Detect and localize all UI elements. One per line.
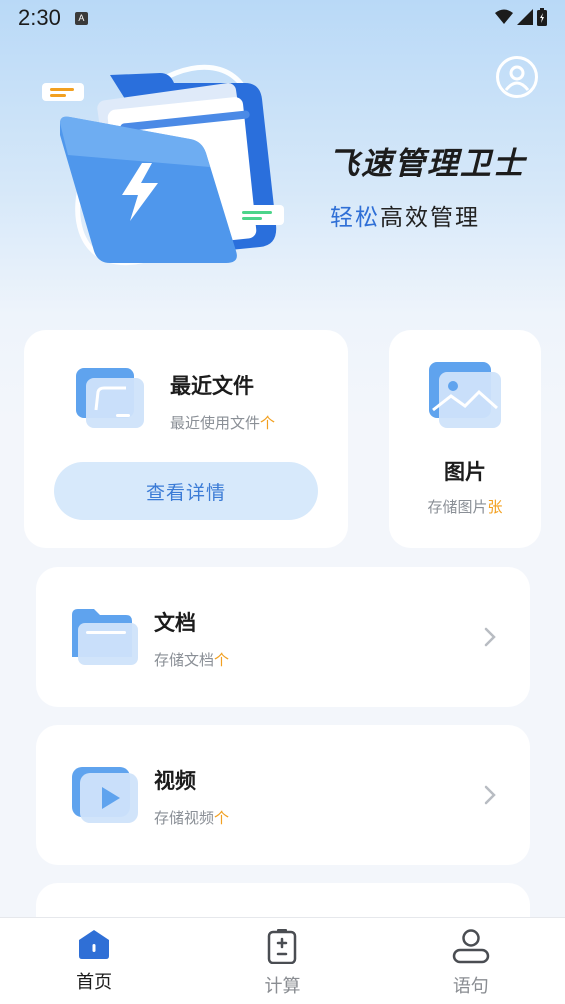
bottom-nav: 首页 计算 语句 [0, 917, 565, 1004]
nav-quotes[interactable]: 语句 [377, 918, 565, 1004]
nav-quotes-label: 语句 [452, 976, 489, 997]
profile-button[interactable] [496, 56, 538, 98]
photos-title: 图片 [444, 460, 486, 484]
documents-unit: 个 [214, 651, 230, 669]
app-subtitle: 轻松高效管理 [330, 198, 480, 232]
wifi-icon [495, 9, 513, 24]
recent-files-subtitle: 最近使用文件个 [170, 412, 275, 433]
person-icon [452, 929, 490, 964]
video-icon [72, 767, 138, 823]
view-details-button[interactable]: 查看详情 [54, 462, 318, 520]
subtitle-accent: 轻松 [330, 205, 380, 231]
status-bar: 2:30 A [0, 0, 565, 36]
videos-title: 视频 [154, 769, 196, 793]
folder-illustration [42, 64, 284, 266]
videos-sub-text: 存储视频 [154, 809, 215, 827]
videos-unit: 个 [214, 809, 230, 827]
photos-unit: 张 [487, 498, 503, 516]
app-title: 飞速管理卫士 [328, 146, 526, 182]
photos-sub-text: 存储图片 [427, 498, 488, 516]
videos-subtitle: 存储视频个 [154, 807, 229, 828]
subtitle-rest: 高效管理 [380, 205, 480, 231]
recent-files-title: 最近文件 [170, 374, 254, 398]
status-icons [495, 8, 547, 26]
signal-icon [517, 9, 533, 25]
recent-files-unit: 个 [260, 414, 276, 432]
nav-home-label: 首页 [76, 972, 113, 993]
documents-subtitle: 存储文档个 [154, 649, 229, 670]
notification-icon: A [74, 11, 88, 25]
photos-card[interactable]: 图片 存储图片张 [389, 330, 541, 548]
chevron-right-icon [484, 785, 496, 805]
videos-card[interactable]: 视频 存储视频个 [36, 725, 530, 865]
recent-files-sub-text: 最近使用文件 [170, 414, 261, 432]
image-icon [429, 362, 501, 428]
documents-title: 文档 [154, 611, 196, 635]
home-icon [79, 930, 110, 959]
photos-subtitle: 存储图片张 [389, 496, 541, 517]
user-icon [504, 65, 530, 91]
nav-calculate[interactable]: 计算 [188, 918, 376, 1004]
documents-card[interactable]: 文档 存储文档个 [36, 567, 530, 707]
recent-files-icon [76, 368, 144, 428]
recent-files-card[interactable]: 最近文件 最近使用文件个 查看详情 [24, 330, 348, 548]
documents-sub-text: 存储文档 [154, 651, 215, 669]
chevron-right-icon [484, 627, 496, 647]
folder-icon [72, 609, 138, 665]
nav-home[interactable]: 首页 [0, 918, 188, 1004]
status-time: 2:30 [18, 5, 61, 30]
calculator-icon [268, 929, 297, 964]
nav-calculate-label: 计算 [264, 976, 301, 997]
battery-icon [537, 8, 547, 26]
